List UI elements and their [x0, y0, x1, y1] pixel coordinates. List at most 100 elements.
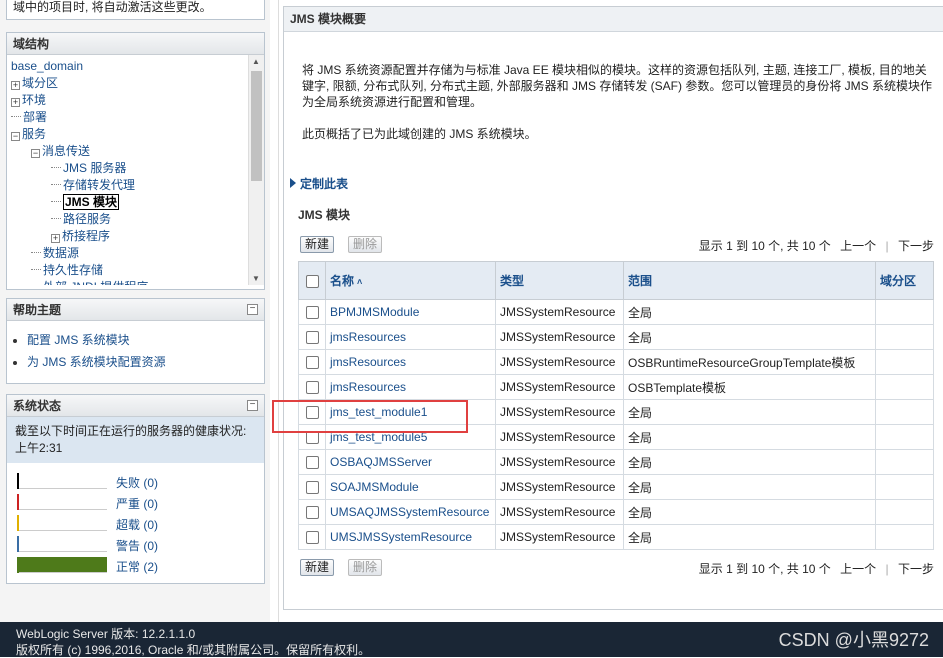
- cell-name[interactable]: UMSAQJMSSystemResource: [325, 499, 496, 525]
- module-link[interactable]: BPMJMSModule: [330, 305, 419, 319]
- delete-button[interactable]: 删除: [348, 559, 383, 576]
- tree-item-label[interactable]: 环境: [22, 93, 46, 107]
- tree-item[interactable]: + 桥接程序: [11, 228, 264, 245]
- status-label[interactable]: 警告 (0): [116, 537, 158, 554]
- tree-item-label[interactable]: 持久性存储: [43, 263, 103, 277]
- tree-item[interactable]: 部署: [11, 109, 264, 126]
- module-link[interactable]: jmsResources: [330, 355, 406, 369]
- module-link[interactable]: UMSJMSSystemResource: [330, 530, 472, 544]
- status-label[interactable]: 正常 (2): [116, 558, 158, 575]
- tree-item[interactable]: base_domain: [11, 58, 264, 75]
- module-link[interactable]: jmsResources: [330, 380, 406, 394]
- tree-item[interactable]: − 消息传送: [11, 143, 264, 160]
- status-label[interactable]: 超载 (0): [116, 516, 158, 533]
- row-checkbox[interactable]: [305, 531, 319, 545]
- new-button[interactable]: 新建: [300, 559, 335, 576]
- row-checkbox[interactable]: [305, 306, 319, 320]
- select-all-checkbox-cell[interactable]: [298, 261, 326, 300]
- cell-name[interactable]: BPMJMSModule: [325, 299, 496, 325]
- cell-name[interactable]: jmsResources: [325, 324, 496, 350]
- collapse-icon[interactable]: −: [31, 149, 40, 158]
- cell-scope: 全局: [623, 324, 876, 350]
- row-checkbox-cell[interactable]: [298, 499, 326, 525]
- tree-item-label[interactable]: JMS 模块: [63, 194, 120, 210]
- status-label[interactable]: 严重 (0): [116, 495, 158, 512]
- next-link[interactable]: 下一步: [898, 239, 934, 253]
- collapse-icon[interactable]: −: [247, 400, 258, 411]
- cell-partition: [875, 499, 934, 525]
- tree-item[interactable]: 存储转发代理: [11, 177, 264, 194]
- row-checkbox-cell[interactable]: [298, 374, 326, 400]
- module-link[interactable]: jmsResources: [330, 330, 406, 344]
- column-scope[interactable]: 范围: [623, 261, 876, 300]
- tree-item[interactable]: 持久性存储: [11, 262, 264, 279]
- tree-item-label[interactable]: 域分区: [22, 76, 58, 90]
- tree-item-label[interactable]: 数据源: [43, 246, 79, 260]
- tree-item[interactable]: + 域分区: [11, 75, 264, 92]
- row-checkbox-cell[interactable]: [298, 474, 326, 500]
- scrollbar-thumb[interactable]: [251, 71, 262, 181]
- delete-button[interactable]: 删除: [348, 236, 383, 253]
- expand-icon[interactable]: +: [11, 81, 20, 90]
- tree-item-label[interactable]: 存储转发代理: [63, 178, 135, 192]
- tree-item[interactable]: 数据源: [11, 245, 264, 262]
- expand-icon[interactable]: +: [11, 98, 20, 107]
- sort-ascending-icon[interactable]: ˄: [357, 277, 362, 287]
- customize-table-link[interactable]: 定制此表: [290, 175, 348, 192]
- cell-scope: OSBRuntimeResourceGroupTemplate模板: [623, 349, 876, 375]
- row-checkbox[interactable]: [305, 506, 319, 520]
- tree-item-label[interactable]: 路径服务: [63, 212, 111, 226]
- row-checkbox-cell[interactable]: [298, 349, 326, 375]
- tree-item-label[interactable]: 服务: [22, 127, 46, 141]
- tree-item[interactable]: 路径服务: [11, 211, 264, 228]
- tree-item-label[interactable]: base_domain: [11, 59, 83, 73]
- tree-item-label[interactable]: 外部 JNDI 提供程序: [43, 280, 148, 285]
- row-checkbox-cell[interactable]: [298, 324, 326, 350]
- tree-item[interactable]: − 服务: [11, 126, 264, 143]
- prev-link[interactable]: 上一个: [840, 562, 876, 576]
- row-checkbox[interactable]: [305, 456, 319, 470]
- row-checkbox[interactable]: [305, 481, 319, 495]
- tree-item-label[interactable]: 部署: [23, 110, 47, 124]
- tree-item[interactable]: JMS 服务器: [11, 160, 264, 177]
- row-checkbox-cell[interactable]: [298, 299, 326, 325]
- module-link[interactable]: UMSAQJMSSystemResource: [330, 505, 489, 519]
- table-toolbar-top: 新建 删除 显示 1 到 10 个, 共 10 个 上一个 | 下一步: [298, 234, 934, 256]
- row-checkbox[interactable]: [305, 381, 319, 395]
- cell-name[interactable]: OSBAQJMSServer: [325, 449, 496, 475]
- row-checkbox-cell[interactable]: [298, 524, 326, 550]
- column-partition[interactable]: 域分区: [875, 261, 934, 300]
- row-checkbox-cell[interactable]: [298, 449, 326, 475]
- collapse-icon[interactable]: −: [247, 304, 258, 315]
- row-checkbox[interactable]: [305, 431, 319, 445]
- tree-item-label[interactable]: 消息传送: [42, 144, 90, 158]
- tree-scrollbar[interactable]: ▲ ▼: [248, 55, 264, 285]
- cell-name[interactable]: jmsResources: [325, 374, 496, 400]
- help-link[interactable]: 配置 JMS 系统模块: [27, 333, 130, 347]
- tree-item[interactable]: 外部 JNDI 提供程序: [11, 279, 264, 285]
- prev-link[interactable]: 上一个: [840, 239, 876, 253]
- column-name[interactable]: 名称 ˄: [325, 261, 496, 300]
- cell-name[interactable]: UMSJMSSystemResource: [325, 524, 496, 550]
- tree-item[interactable]: + 环境: [11, 92, 264, 109]
- next-link[interactable]: 下一步: [898, 562, 934, 576]
- tree-item-label[interactable]: 桥接程序: [62, 229, 110, 243]
- page-description-2: 此页概括了已为此域创建的 JMS 系统模块。: [302, 127, 537, 141]
- row-checkbox[interactable]: [305, 331, 319, 345]
- help-link[interactable]: 为 JMS 系统模块配置资源: [27, 355, 166, 369]
- row-checkbox[interactable]: [305, 356, 319, 370]
- expand-icon[interactable]: +: [51, 234, 60, 243]
- status-label[interactable]: 失败 (0): [116, 474, 158, 491]
- help-title: 帮助主题: [13, 303, 62, 317]
- tree-item-label[interactable]: JMS 服务器: [63, 161, 126, 175]
- pager: 显示 1 到 10 个, 共 10 个 上一个 | 下一步: [698, 239, 934, 253]
- cell-name[interactable]: SOAJMSModule: [325, 474, 496, 500]
- cell-name[interactable]: jmsResources: [325, 349, 496, 375]
- column-type[interactable]: 类型: [495, 261, 624, 300]
- tree-item[interactable]: JMS 模块: [11, 194, 264, 211]
- collapse-icon[interactable]: −: [11, 132, 20, 141]
- module-link[interactable]: SOAJMSModule: [330, 480, 419, 494]
- select-all-checkbox[interactable]: [305, 274, 319, 288]
- module-link[interactable]: OSBAQJMSServer: [330, 455, 432, 469]
- new-button[interactable]: 新建: [300, 236, 335, 253]
